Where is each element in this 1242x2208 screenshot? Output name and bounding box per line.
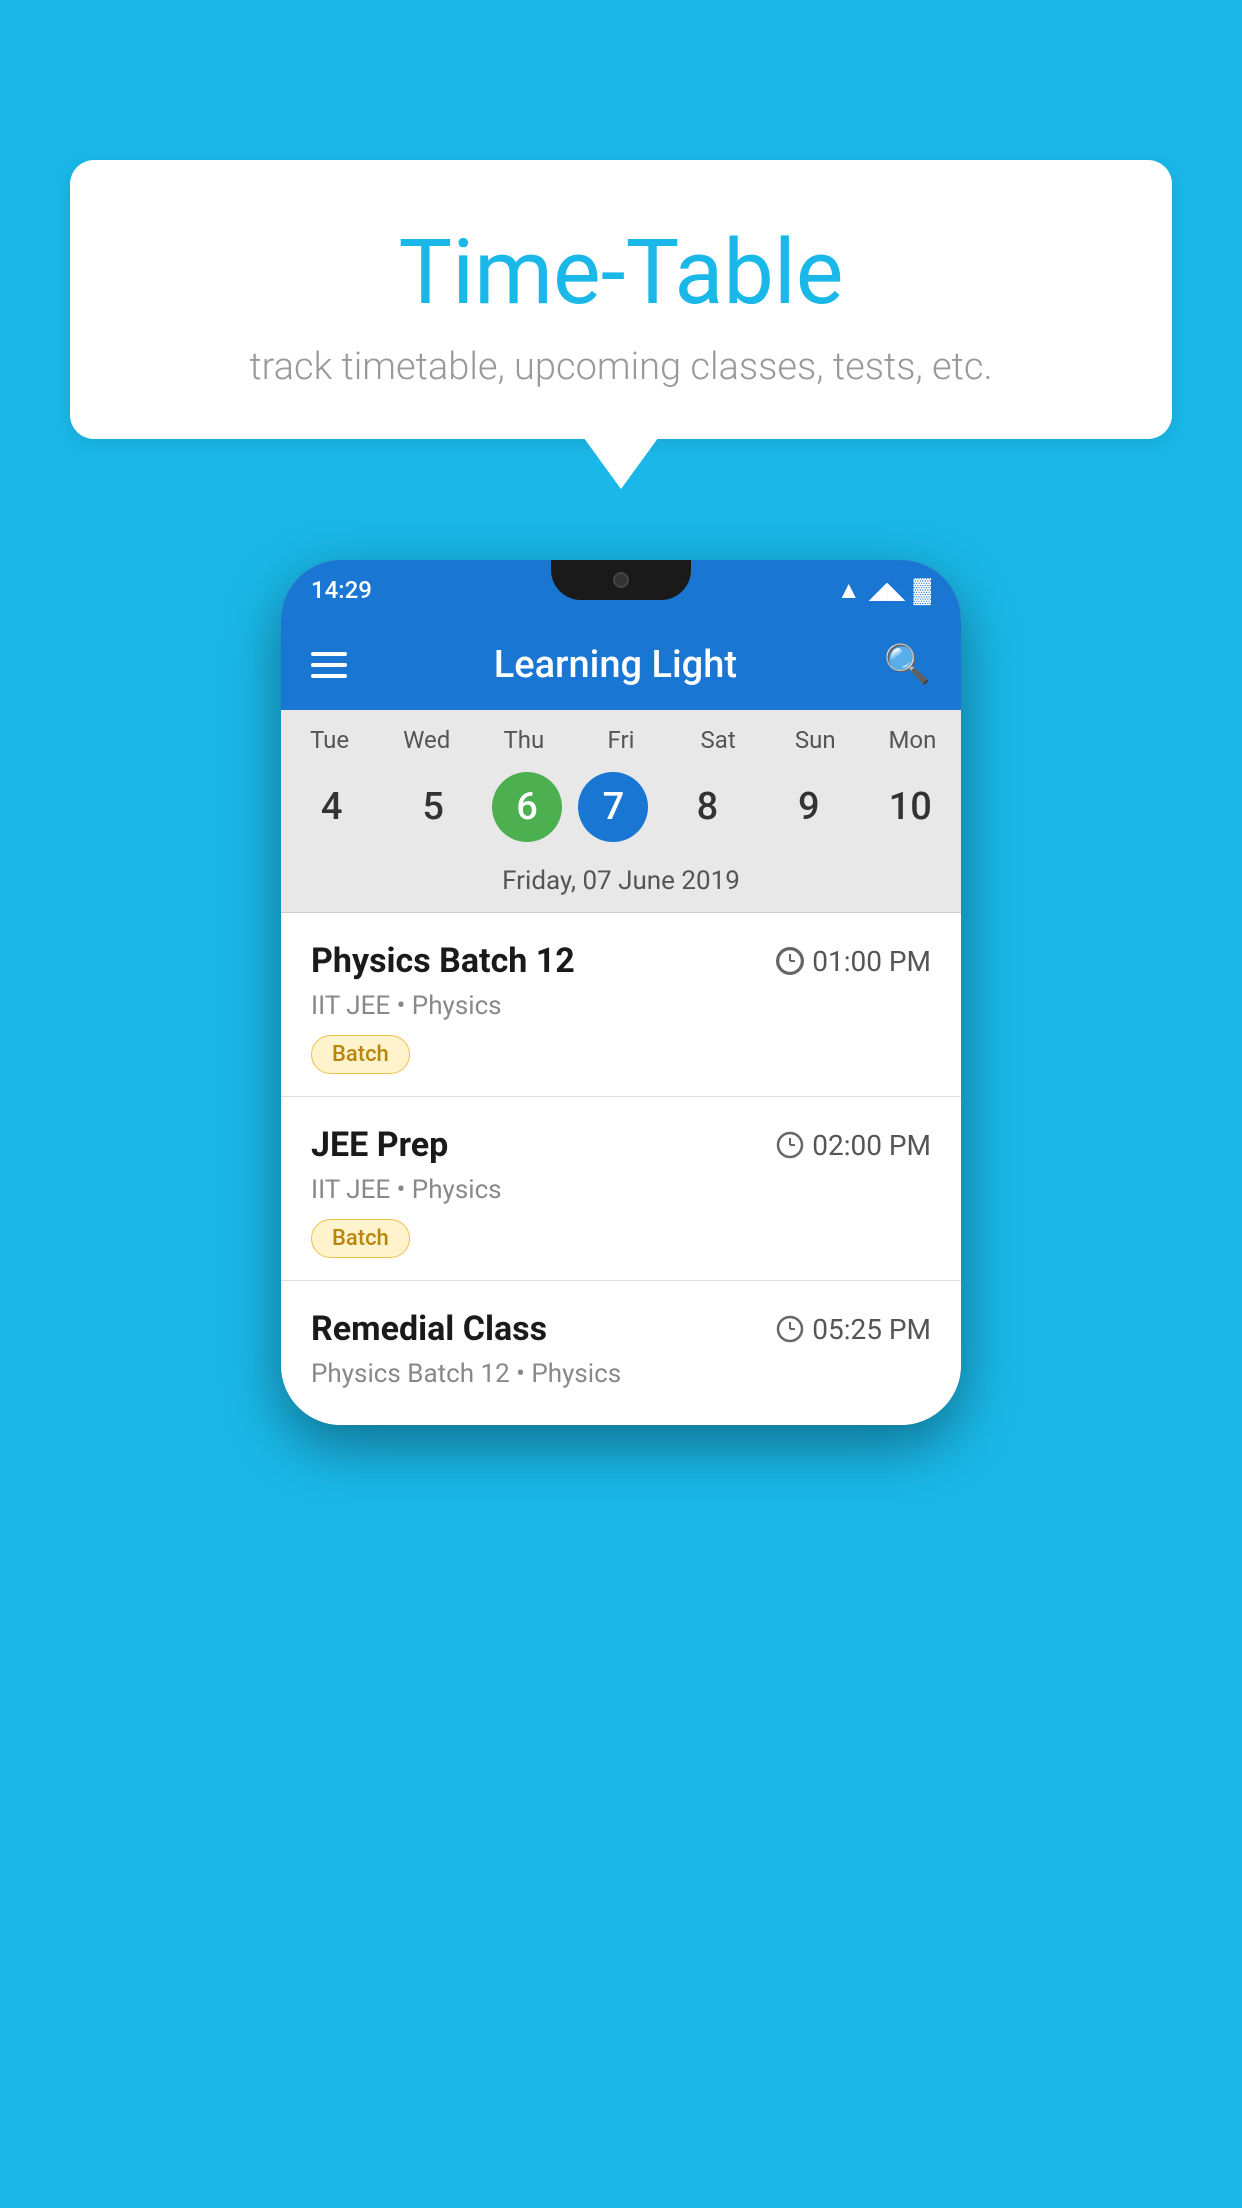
clock-icon-3 <box>776 1315 804 1343</box>
schedule-title-3: Remedial Class <box>311 1309 547 1349</box>
phone-screen: 14:29 ▲ ◢◣ ▓ Learning Light 🔍 <box>281 560 961 1425</box>
app-subtitle: track timetable, upcoming classes, tests… <box>110 345 1132 389</box>
day-tue: Tue <box>287 726 372 754</box>
status-time: 14:29 <box>311 576 372 604</box>
day-sat: Sat <box>676 726 761 754</box>
schedule-time-3: 05:25 PM <box>776 1313 931 1346</box>
date-10[interactable]: 10 <box>868 772 953 842</box>
date-8[interactable]: 8 <box>665 772 750 842</box>
clock-icon-1 <box>776 947 804 975</box>
schedule-time-2: 02:00 PM <box>776 1129 931 1162</box>
app-bar: Learning Light 🔍 <box>281 620 961 710</box>
schedule-item-1-header: Physics Batch 12 01:00 PM <box>311 941 931 981</box>
schedule-time-text-3: 05:25 PM <box>812 1313 931 1346</box>
status-icons: ▲ ◢◣ ▓ <box>837 576 931 605</box>
schedule-item-2-header: JEE Prep 02:00 PM <box>311 1125 931 1165</box>
search-icon[interactable]: 🔍 <box>884 643 931 687</box>
schedule-item-2[interactable]: JEE Prep 02:00 PM <box>281 1097 961 1281</box>
date-7-selected[interactable]: 7 <box>578 772 648 842</box>
battery-icon: ▓ <box>914 576 932 605</box>
schedule-time-text-2: 02:00 PM <box>812 1129 931 1162</box>
wifi-icon: ▲ <box>837 576 861 605</box>
schedule-item-3[interactable]: Remedial Class 05:25 PM <box>281 1281 961 1425</box>
front-camera <box>613 572 629 588</box>
speech-bubble-container: Time-Table track timetable, upcoming cla… <box>70 160 1172 439</box>
schedule-list: Physics Batch 12 01:00 PM <box>281 913 961 1425</box>
clock-icon-2 <box>776 1131 804 1159</box>
day-fri: Fri <box>578 726 663 754</box>
schedule-item-3-header: Remedial Class 05:25 PM <box>311 1309 931 1349</box>
app-bar-title: Learning Light <box>494 643 737 687</box>
hamburger-menu-icon[interactable] <box>311 652 347 678</box>
schedule-badge-1: Batch <box>311 1035 410 1074</box>
calendar-date-row: 4 5 6 7 8 9 10 <box>281 764 961 860</box>
app-title: Time-Table <box>110 220 1132 325</box>
schedule-subtitle-2: IIT JEE • Physics <box>311 1175 931 1205</box>
schedule-title-1: Physics Batch 12 <box>311 941 575 981</box>
calendar-day-headers: Tue Wed Thu Fri Sat Sun Mon <box>281 710 961 764</box>
calendar: Tue Wed Thu Fri Sat Sun Mon 4 5 6 7 8 9 … <box>281 710 961 913</box>
schedule-title-2: JEE Prep <box>311 1125 448 1165</box>
phone-container: 14:29 ▲ ◢◣ ▓ Learning Light 🔍 <box>281 560 961 1425</box>
schedule-time-text-1: 01:00 PM <box>812 945 931 978</box>
schedule-badge-2: Batch <box>311 1219 410 1258</box>
day-thu: Thu <box>481 726 566 754</box>
day-sun: Sun <box>773 726 858 754</box>
date-4[interactable]: 4 <box>289 772 374 842</box>
schedule-time-1: 01:00 PM <box>776 945 931 978</box>
day-mon: Mon <box>870 726 955 754</box>
date-9[interactable]: 9 <box>766 772 851 842</box>
signal-icon: ◢◣ <box>869 576 906 604</box>
speech-bubble: Time-Table track timetable, upcoming cla… <box>70 160 1172 439</box>
phone-notch <box>551 560 691 600</box>
date-5[interactable]: 5 <box>391 772 476 842</box>
date-6-today[interactable]: 6 <box>492 772 562 842</box>
day-wed: Wed <box>384 726 469 754</box>
phone-frame: 14:29 ▲ ◢◣ ▓ Learning Light 🔍 <box>281 560 961 1425</box>
schedule-subtitle-3: Physics Batch 12 • Physics <box>311 1359 931 1389</box>
schedule-item-1[interactable]: Physics Batch 12 01:00 PM <box>281 913 961 1097</box>
selected-date-label: Friday, 07 June 2019 <box>281 860 961 913</box>
schedule-subtitle-1: IIT JEE • Physics <box>311 991 931 1021</box>
